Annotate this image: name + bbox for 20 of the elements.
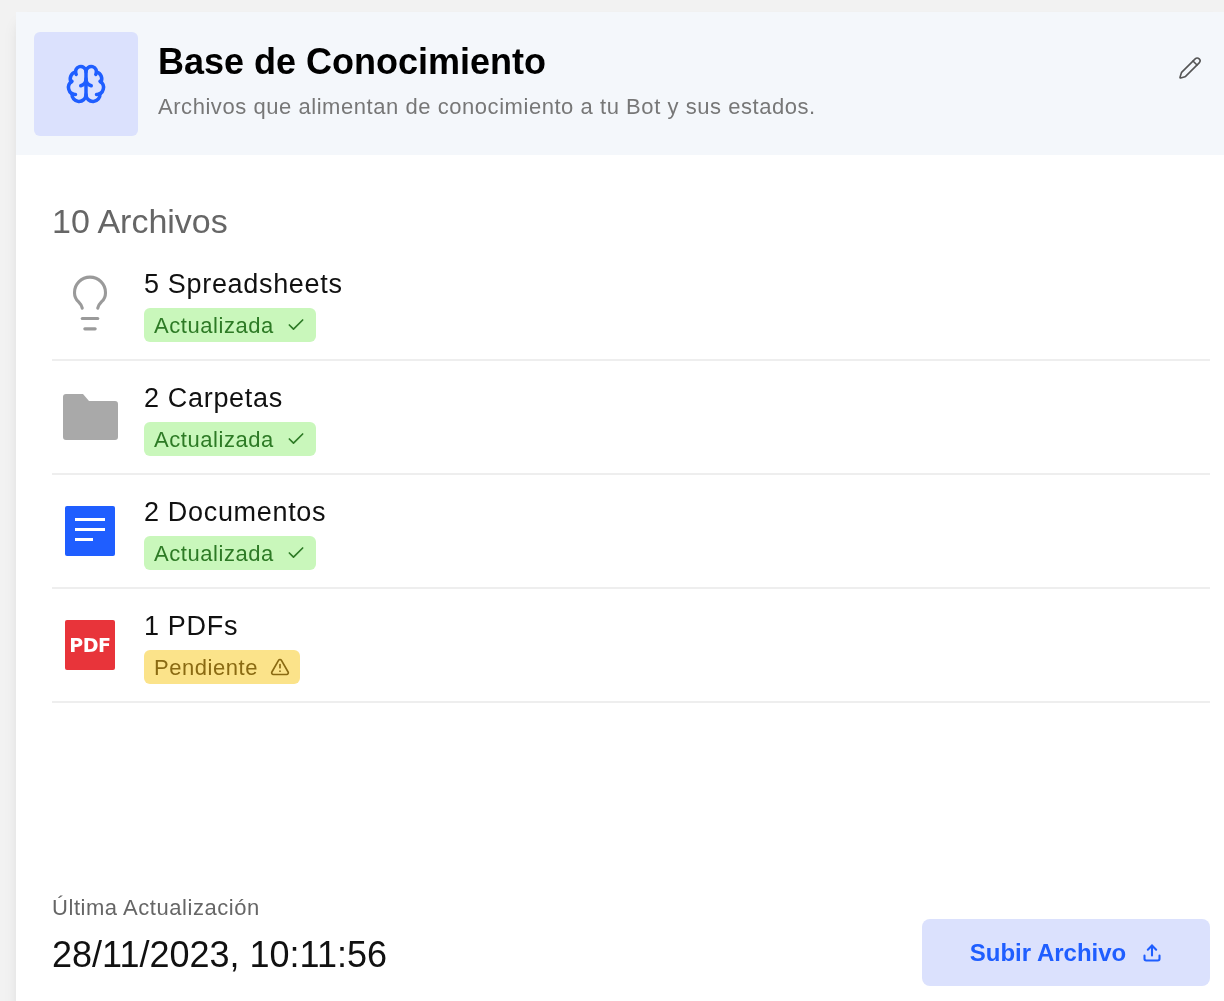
header-subtitle: Archivos que alimentan de conocimiento a tu Bot y sus estados. <box>158 93 816 121</box>
document-icon <box>65 506 115 556</box>
status-badge: Actualizada <box>144 422 316 457</box>
file-group-name: 2 Carpetas <box>144 381 284 415</box>
header-title: Base de Conocimiento <box>158 40 548 84</box>
file-count: 10 Archivos <box>52 201 229 241</box>
warning-icon <box>270 657 291 678</box>
file-group-name: 2 Documentos <box>144 495 327 529</box>
status-badge: Actualizada <box>144 308 316 343</box>
brain-icon <box>65 63 107 105</box>
upload-icon <box>1142 942 1163 963</box>
last-update-value: 28/11/2023, 10:11:56 <box>52 933 387 977</box>
last-update-label: Última Actualización <box>52 894 261 922</box>
folder-icon <box>61 393 119 441</box>
file-group-name: 5 Spreadsheets <box>144 267 343 301</box>
upload-button[interactable]: Subir Archivo <box>922 919 1210 986</box>
pdf-icon: PDF <box>65 620 115 670</box>
status-badge: Pendiente <box>144 650 301 685</box>
status-badge: Actualizada <box>144 536 316 571</box>
file-group-name: 1 PDFs <box>144 609 240 643</box>
